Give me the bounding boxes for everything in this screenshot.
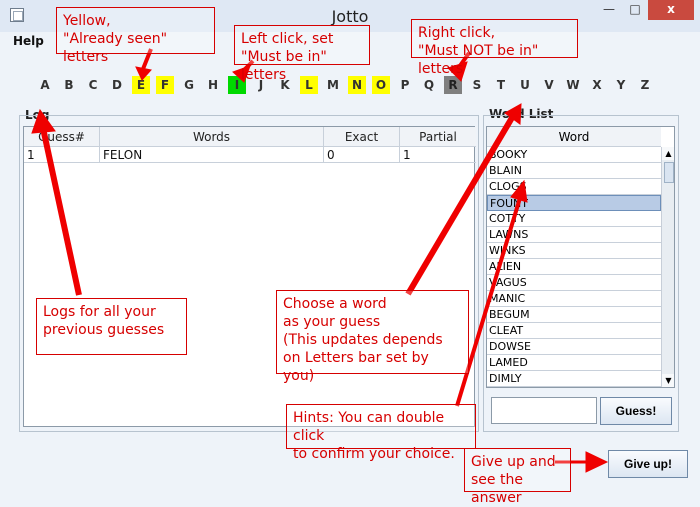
list-item[interactable]: LAMED <box>487 355 661 371</box>
scroll-down-icon[interactable]: ▼ <box>662 374 674 387</box>
letter-y[interactable]: Y <box>612 76 630 94</box>
letter-t[interactable]: T <box>492 76 510 94</box>
scroll-up-icon[interactable]: ▲ <box>662 147 674 160</box>
letter-w[interactable]: W <box>564 76 582 94</box>
minimize-button[interactable]: — <box>596 0 622 20</box>
letter-f[interactable]: F <box>156 76 174 94</box>
column-words[interactable]: Words <box>100 127 324 147</box>
selected-list-item[interactable]: FOUNT <box>487 195 661 211</box>
list-item[interactable]: COTTY <box>487 211 661 227</box>
list-item[interactable]: LAWNS <box>487 227 661 243</box>
table-cell-partial[interactable]: 1 <box>400 147 476 163</box>
list-item[interactable]: VAGUS <box>487 275 661 291</box>
word-column-header[interactable]: Word <box>487 127 661 147</box>
letter-n[interactable]: N <box>348 76 366 94</box>
letter-c[interactable]: C <box>84 76 102 94</box>
column-guess-number[interactable]: Guess# <box>24 127 100 147</box>
give-up-annotation: Give up and see the answer <box>464 448 571 506</box>
give-up-button[interactable]: Give up! <box>608 450 688 478</box>
choose-word-annotation: Choose a word as your guess (This update… <box>276 290 469 384</box>
table-cell-guess-number[interactable]: 1 <box>24 147 100 163</box>
letter-d[interactable]: D <box>108 76 126 94</box>
letter-v[interactable]: V <box>540 76 558 94</box>
logs-annotation: Logs for all your previous guesses <box>36 298 187 355</box>
left-click-annotation: Left click, set "Must be in" letters <box>234 25 370 83</box>
table-cell-exact[interactable]: 0 <box>324 147 400 163</box>
letter-u[interactable]: U <box>516 76 534 94</box>
letter-p[interactable]: P <box>396 76 414 94</box>
letter-r[interactable]: R <box>444 76 462 94</box>
letter-q[interactable]: Q <box>420 76 438 94</box>
letter-b[interactable]: B <box>60 76 78 94</box>
guess-button[interactable]: Guess! <box>600 397 672 425</box>
letter-x[interactable]: X <box>588 76 606 94</box>
column-exact[interactable]: Exact <box>324 127 400 147</box>
right-click-annotation: Right click, "Must NOT be in" letters <box>411 19 578 77</box>
letter-g[interactable]: G <box>180 76 198 94</box>
letter-h[interactable]: H <box>204 76 222 94</box>
list-item[interactable]: ALIEN <box>487 259 661 275</box>
table-cell-word[interactable]: FELON <box>100 147 324 163</box>
guess-input[interactable] <box>491 397 597 424</box>
list-item[interactable]: DIMLY <box>487 371 661 387</box>
maximize-button[interactable]: □ <box>622 0 648 20</box>
help-menu[interactable]: Help <box>13 34 44 48</box>
list-item[interactable]: BEGUM <box>487 307 661 323</box>
letters-bar: A B C D E F G H I J K L M N O P Q R S T … <box>0 72 700 98</box>
log-table: Guess# Words Exact Partial 1 FELON 0 1 <box>23 126 476 427</box>
list-item[interactable]: MANIC <box>487 291 661 307</box>
letter-o[interactable]: O <box>372 76 390 94</box>
jotto-window: Jotto — □ x Help A B C D E F G H I J K L… <box>0 0 700 506</box>
list-item[interactable]: CLOGS <box>487 179 661 195</box>
list-item[interactable]: BLAIN <box>487 163 661 179</box>
column-partial[interactable]: Partial <box>400 127 476 147</box>
letter-z[interactable]: Z <box>636 76 654 94</box>
hints-annotation: Hints: You can double click to confirm y… <box>286 404 476 462</box>
yellow-annotation: Yellow, "Already seen" letters <box>56 7 215 65</box>
letter-m[interactable]: M <box>324 76 342 94</box>
scroll-thumb[interactable] <box>664 162 674 183</box>
word-list-scrollbar[interactable]: ▲ ▼ <box>661 147 674 387</box>
list-item[interactable]: WINKS <box>487 243 661 259</box>
letter-a[interactable]: A <box>36 76 54 94</box>
word-list[interactable]: Word BOOKY BLAIN CLOGS FOUNT COTTY LAWNS… <box>486 126 675 388</box>
list-item[interactable]: BOOKY <box>487 147 661 163</box>
list-item[interactable]: CLEAT <box>487 323 661 339</box>
list-item[interactable]: DOWSE <box>487 339 661 355</box>
letter-l[interactable]: L <box>300 76 318 94</box>
give-up-arrow-head <box>585 451 609 473</box>
letter-e[interactable]: E <box>132 76 150 94</box>
letter-s[interactable]: S <box>468 76 486 94</box>
close-button[interactable]: x <box>648 0 694 20</box>
